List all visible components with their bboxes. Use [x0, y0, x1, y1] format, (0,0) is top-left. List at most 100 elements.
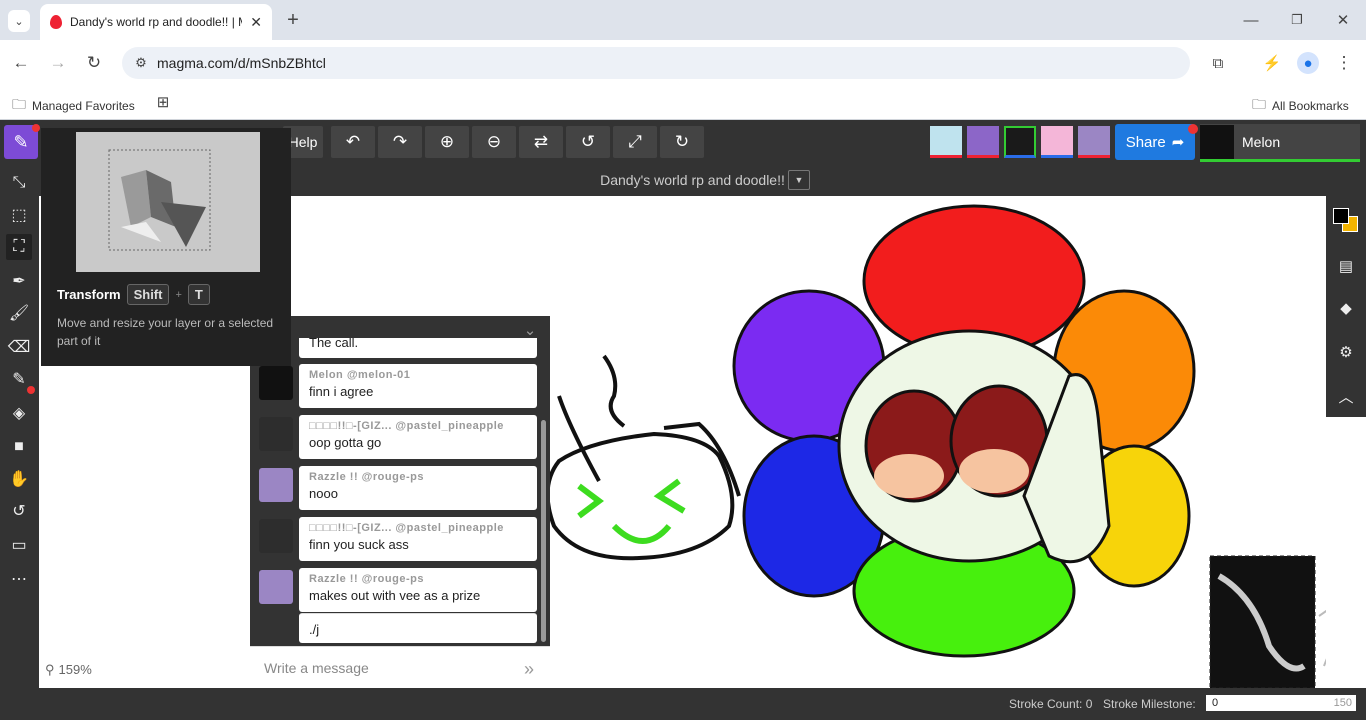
back-icon[interactable]: ← — [10, 52, 32, 74]
zoom-in-button[interactable]: ⊕ — [425, 126, 469, 158]
tab-list-chevron-icon[interactable]: ⌄ — [8, 10, 30, 32]
flip-icon: ⇄ — [533, 132, 549, 151]
expand-icon: ⤢ — [628, 132, 642, 151]
more-tools-icon[interactable]: ⋯ — [6, 566, 32, 592]
layers-icon[interactable]: ◆ — [1334, 296, 1358, 320]
chat-collapse-chevron-icon[interactable]: ⌄ — [520, 320, 540, 340]
chat-message-text: nooo — [309, 486, 338, 501]
forward-icon[interactable]: → — [47, 52, 69, 74]
reload-icon[interactable]: ↻ — [83, 52, 105, 74]
close-tab-icon[interactable]: ✕ — [250, 14, 262, 31]
performance-icon[interactable]: ⚡ — [1261, 52, 1283, 74]
tooltip-description: Move and resize your layer or a selected… — [57, 316, 274, 348]
brush-tool-icon[interactable]: 🖌 — [6, 300, 32, 326]
hand-tool-icon[interactable]: ✋ — [6, 466, 32, 492]
folder-icon: 🗀 — [1252, 96, 1266, 112]
chat-avatar[interactable] — [259, 468, 293, 502]
user-avatar[interactable] — [1041, 126, 1073, 158]
folder-icon: 🗀 — [12, 96, 26, 112]
right-toolbar: ▤ ◆ ⚙ ︿ — [1326, 196, 1366, 417]
selection-tool-icon[interactable]: ⬚ — [6, 202, 32, 228]
zoom-out-button[interactable]: ⊖ — [472, 126, 516, 158]
rotate-left-button[interactable]: ↺ — [566, 126, 610, 158]
user-avatar[interactable] — [1004, 126, 1036, 158]
chat-avatar[interactable] — [259, 570, 293, 604]
user-avatar[interactable] — [967, 126, 999, 158]
tab-strip: ⌄ Dandy's world rp and doodle!! | Magma … — [0, 0, 1366, 40]
chat-message-author: Melon @melon-01 — [309, 369, 411, 381]
managed-favorites-label: Managed Favorites — [32, 99, 135, 113]
transform-tool-icon[interactable]: ⛶ — [6, 234, 32, 260]
zoom-indicator[interactable]: ⚲ 159% — [45, 662, 92, 678]
magnifier-icon: ⚲ — [45, 662, 55, 677]
partial-message: The call. — [299, 338, 537, 358]
doodle-creature — [545, 354, 741, 561]
zoom-value: 159% — [58, 662, 92, 677]
url-text: magma.com/d/mSnbZBhtcl — [157, 55, 326, 71]
bookmarks-bar: 🗀 Managed Favorites ⊞ 🗀 All Bookmarks — [0, 86, 1366, 120]
site-info-icon[interactable]: ⚙ — [132, 53, 150, 73]
doodle-face — [577, 478, 686, 544]
managed-favorites[interactable]: 🗀 Managed Favorites — [12, 94, 135, 118]
chat-avatar[interactable] — [259, 366, 293, 400]
address-bar[interactable]: ⚙ magma.com/d/mSnbZBhtcl — [122, 47, 1190, 79]
primary-color-swatch[interactable] — [1333, 208, 1349, 224]
palette-icon[interactable]: ▤ — [1334, 254, 1358, 278]
chat-message-author: □□□□!!□-[GIZ... @pastel_pineapple — [309, 522, 504, 534]
tool-notification-dot — [27, 386, 35, 394]
title-dropdown-button[interactable]: ▼ — [788, 170, 810, 190]
notification-dot — [32, 124, 40, 132]
send-icon[interactable]: » — [518, 658, 540, 680]
chat-avatar[interactable] — [259, 519, 293, 553]
close-window-icon[interactable]: ✕ — [1332, 9, 1354, 31]
stroke-milestone-bar: 0 150 — [1206, 695, 1356, 711]
partial-message-text: The call. — [309, 338, 359, 350]
tooltip-title: Transform — [57, 287, 121, 302]
current-user[interactable]: Melon — [1200, 124, 1360, 162]
help-label: Help — [288, 134, 318, 150]
redo-button[interactable]: ↷ — [378, 126, 422, 158]
undo-button[interactable]: ↶ — [331, 126, 375, 158]
collapse-up-icon[interactable]: ︿ — [1334, 384, 1358, 408]
chat-input[interactable]: Write a message » — [250, 646, 550, 688]
all-bookmarks[interactable]: 🗀 All Bookmarks — [1252, 94, 1349, 118]
chat-message-text: makes out with vee as a prize — [309, 588, 481, 603]
more-menu-icon[interactable]: ⋮ — [1333, 52, 1355, 74]
fill-tool-icon[interactable]: ◈ — [6, 400, 32, 426]
chat-message: Razzle !! @rouge-ps makes out with vee as… — [299, 568, 537, 612]
stroke-milestone-label: Stroke Milestone: — [1103, 697, 1196, 711]
transform-tooltip: Transform Shift + T Move and resize your… — [41, 128, 291, 366]
restore-icon[interactable]: ❐ — [1286, 9, 1308, 31]
settings-gear-icon[interactable]: ⚙ — [1334, 340, 1358, 364]
user-avatar[interactable] — [1078, 126, 1110, 158]
fit-screen-button[interactable]: ⤢ — [613, 126, 657, 158]
chat-message-text: oop gotta go — [309, 435, 382, 450]
left-toolbar: ⤡ ⬚ ⛶ ✒ 🖌 ⌫ ✎ ◈ ■ ✋ ↺ ▭ ⋯ — [0, 164, 39, 688]
chat-input-placeholder: Write a message — [264, 659, 369, 676]
move-tool-icon[interactable]: ⤡ — [6, 170, 32, 196]
pen-tool-icon[interactable]: ✒ — [6, 268, 32, 294]
redo-icon: ↷ — [392, 132, 408, 151]
share-label: Share — [1125, 133, 1166, 151]
eraser-tool-icon[interactable]: ⌫ — [6, 334, 32, 360]
user-avatar[interactable] — [930, 126, 962, 158]
apps-grid-icon[interactable]: ⊞ — [154, 92, 172, 112]
chat-avatar[interactable] — [259, 417, 293, 451]
chat-message-author: □□□□!!□-[GIZ... @pastel_pineapple — [309, 420, 504, 432]
browser-tab[interactable]: Dandy's world rp and doodle!! | Magma ✕ — [40, 4, 272, 40]
rotate-right-button[interactable]: ↻ — [660, 126, 704, 158]
share-button[interactable]: Share ➦ — [1115, 124, 1195, 160]
chat-scrollbar[interactable] — [541, 420, 546, 642]
shape-tool-icon[interactable]: ■ — [6, 434, 32, 460]
chat-message-text: finn i agree — [309, 384, 374, 399]
flip-button[interactable]: ⇄ — [519, 126, 563, 158]
chat-message-text: finn you suck ass — [309, 537, 409, 552]
history-tool-icon[interactable]: ↺ — [6, 498, 32, 524]
minimize-icon[interactable]: — — [1240, 9, 1262, 31]
milestone-current: 0 — [1212, 697, 1219, 709]
magma-favicon-icon — [50, 15, 62, 29]
new-tab-icon[interactable]: + — [282, 9, 304, 31]
profile-avatar-icon[interactable]: ● — [1297, 52, 1319, 74]
extensions-icon[interactable]: ⧉ — [1207, 52, 1229, 74]
comment-tool-icon[interactable]: ▭ — [6, 532, 32, 558]
